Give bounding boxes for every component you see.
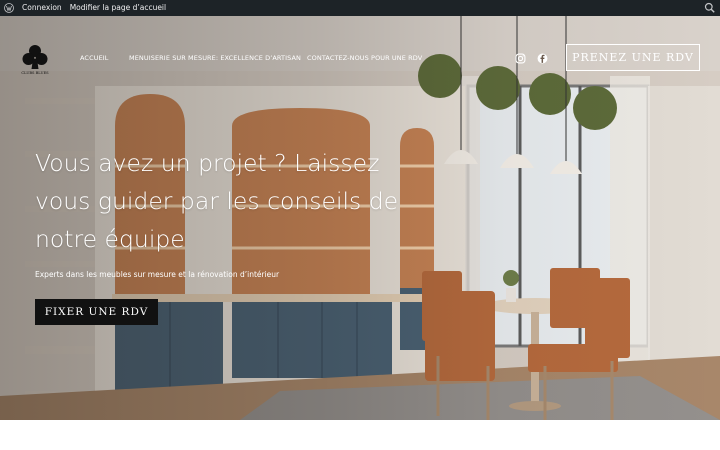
login-link[interactable]: Connexion — [22, 0, 62, 16]
nav-link-menuiserie[interactable]: MENUISERIE SUR MESURE: EXCELLENCE D’ARTI… — [129, 54, 301, 62]
book-appointment-button[interactable]: PRENEZ UNE RDV — [566, 44, 700, 71]
nav-item-home[interactable]: ACCUEIL — [80, 54, 109, 62]
nav-link-home[interactable]: ACCUEIL — [80, 54, 109, 62]
edit-home-link[interactable]: Modifier la page d’accueil — [70, 0, 166, 16]
nav-link-contact[interactable]: CONTACTEZ-NOUS POUR UNE RDV — [307, 54, 422, 62]
admin-bar: Connexion Modifier la page d’accueil — [0, 0, 720, 16]
search-icon[interactable] — [704, 2, 716, 14]
hero-title: Vous avez un projet ? Laissez vous guide… — [35, 149, 399, 253]
hero-subtitle: Experts dans les meubles sur mesure et l… — [35, 270, 280, 279]
instagram-icon[interactable] — [515, 53, 526, 64]
nav-item-contact[interactable]: CONTACTEZ-NOUS POUR UNE RDV — [307, 54, 422, 62]
schedule-appointment-button[interactable]: FIXER UNE RDV — [35, 299, 158, 325]
nav-item-menuiserie[interactable]: MENUISERIE SUR MESURE: EXCELLENCE D’ARTI… — [129, 54, 301, 62]
logo-text: CLUBS BLUES — [21, 71, 49, 75]
wordpress-logo-icon[interactable] — [1, 0, 17, 16]
hero-section: CLUBS BLUES ACCUEIL MENUISERIE SUR MESUR… — [0, 16, 720, 420]
club-logo-icon[interactable]: CLUBS BLUES — [20, 43, 50, 75]
facebook-icon[interactable] — [537, 53, 548, 64]
